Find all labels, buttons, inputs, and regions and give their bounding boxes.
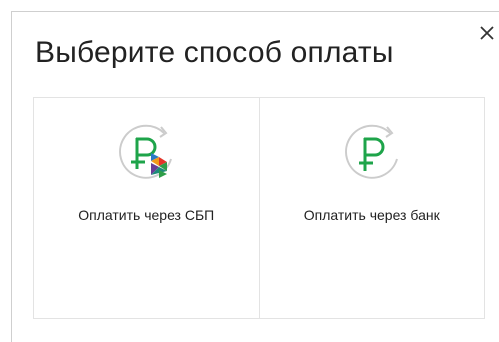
close-icon [480,26,494,40]
close-button[interactable] [476,22,498,44]
sbp-ruble-icon [119,124,173,179]
pay-via-sbp-option[interactable]: Оплатить через СБП [34,98,259,318]
payment-method-dialog: Выберите способ оплаты Оплатить через СБ… [11,11,499,342]
dialog-title: Выберите способ оплаты [35,36,394,69]
payment-options: Оплатить через СБП Оплатить через банк [33,97,485,319]
pay-via-bank-label: Оплатить через банк [303,207,440,223]
ruble-icon [344,124,398,179]
pay-via-bank-option[interactable]: Оплатить через банк [258,98,484,318]
sbp-logo [151,153,168,178]
pay-via-sbp-label: Оплатить через СБП [78,207,215,223]
